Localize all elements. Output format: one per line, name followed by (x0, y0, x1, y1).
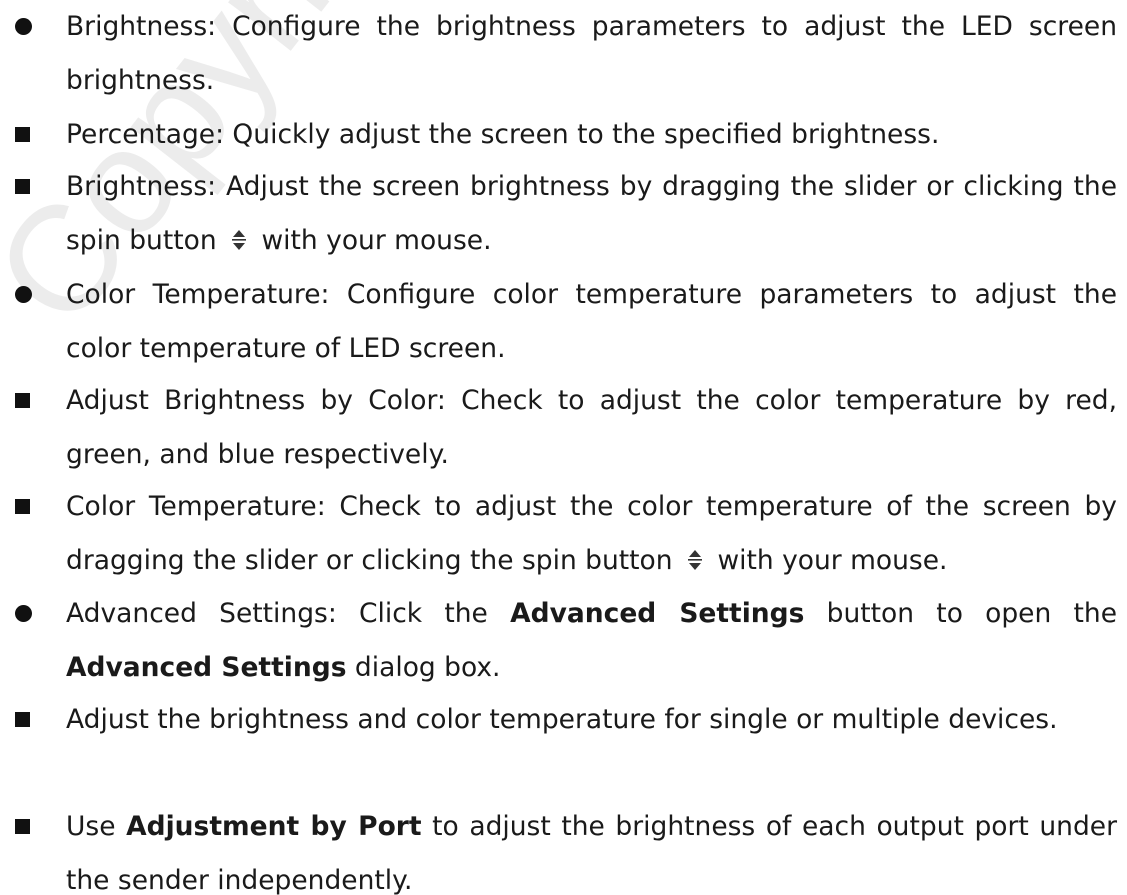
item-text-after: with your mouse. (261, 225, 492, 256)
item-text-before: Brightness: Adjust the screen brightness… (66, 171, 1117, 256)
item-text-after: with your mouse. (717, 545, 948, 576)
item-text-mid: button to open the (826, 598, 1118, 629)
spin-button-icon (232, 230, 247, 250)
item-text: Brightness: Adjust the screen brightness… (66, 160, 1117, 268)
bullet-dot (15, 18, 32, 35)
item-text: Percentage: Quickly adjust the screen to… (66, 119, 940, 150)
bullet-square (15, 499, 30, 514)
document-body: Brightness: Configure the brightness par… (0, 0, 1127, 895)
item-text-bold: Advanced Settings (66, 652, 347, 683)
item-text: Adjust the brightness and color temperat… (66, 704, 1058, 735)
bullet-square (15, 127, 30, 142)
item-text: Brightness: Configure the brightness par… (66, 11, 1117, 96)
item-text-post: dialog box. (354, 652, 501, 683)
item-text: Use Adjustment by Port to adjust the bri… (66, 800, 1117, 895)
bullet-square (15, 819, 30, 834)
bullet-square (15, 712, 30, 727)
item-text-bold: Advanced Settings (510, 598, 805, 629)
item-text: Advanced Settings: Click the Advanced Se… (66, 587, 1117, 695)
bullet-dot (15, 286, 32, 303)
bullet-dot (15, 605, 32, 622)
item-text: Adjust Brightness by Color: Check to adj… (66, 385, 1117, 470)
item-text: Color Temperature: Configure color tempe… (66, 279, 1117, 364)
item-text-pre: Advanced Settings: Click the (66, 598, 488, 629)
bullet-square (15, 179, 30, 194)
item-text-pre: Use (66, 811, 116, 842)
item-text-bold: Adjustment by Port (126, 811, 422, 842)
bullet-square (15, 393, 30, 408)
spin-button-icon (688, 550, 703, 570)
item-text: Color Temperature: Check to adjust the c… (66, 480, 1117, 588)
item-text-before: Color Temperature: Check to adjust the c… (66, 491, 1117, 576)
